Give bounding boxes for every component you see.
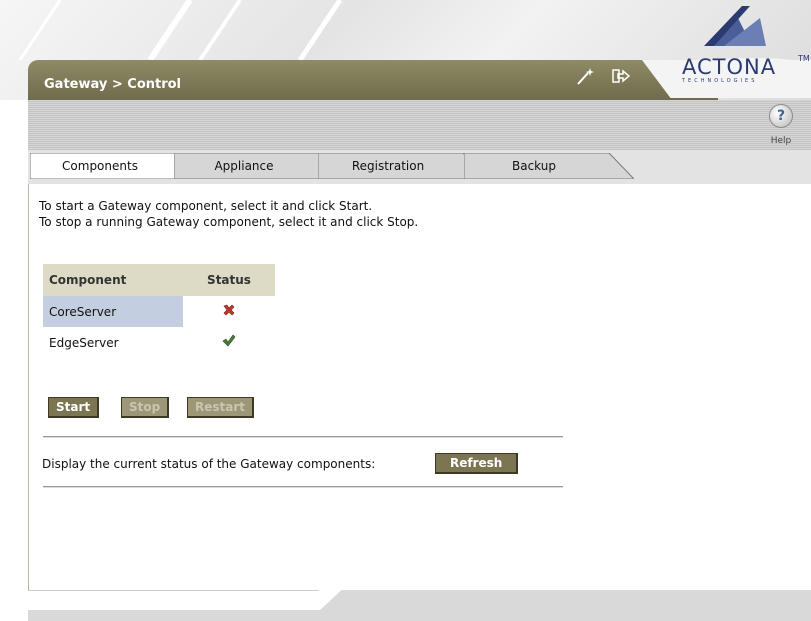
- table-row[interactable]: EdgeServer: [43, 327, 275, 358]
- component-name: CoreServer: [43, 296, 183, 327]
- page-title: Gateway > Control: [44, 77, 182, 92]
- tab-label: Backup: [512, 159, 556, 173]
- tab-label: Registration: [351, 159, 425, 173]
- tab-label: Components: [62, 159, 138, 173]
- footer-strip: [28, 590, 811, 621]
- instruction-stop: To stop a running Gateway component, sel…: [39, 215, 419, 229]
- logo: ACTONA TM TECHNOLOGIES: [642, 6, 811, 98]
- table-header-row: Component Status: [43, 264, 275, 296]
- logo-subtitle: TECHNOLOGIES: [682, 78, 758, 84]
- help-icon: ?: [769, 104, 793, 128]
- instruction-start: To start a Gateway component, select it …: [39, 199, 373, 213]
- x-mark-icon: [222, 304, 236, 320]
- components-table: Component Status CoreServer EdgeServer: [43, 264, 275, 358]
- logo-text: ACTONA: [682, 55, 777, 79]
- status-cell: [183, 327, 275, 358]
- column-header-status: Status: [183, 264, 275, 296]
- column-header-component: Component: [43, 264, 183, 296]
- tab-label: Appliance: [214, 159, 274, 173]
- start-button[interactable]: Start: [48, 397, 100, 418]
- refresh-button[interactable]: Refresh: [435, 453, 519, 474]
- tab-backup[interactable]: Backup: [464, 153, 634, 179]
- restart-button[interactable]: Restart: [187, 397, 255, 418]
- tab-bar: Components Appliance Registration Backup: [28, 150, 811, 184]
- table-row[interactable]: CoreServer: [43, 296, 275, 327]
- stop-button[interactable]: Stop: [121, 397, 170, 418]
- wizard-icon[interactable]: [575, 66, 597, 86]
- divider: [43, 486, 563, 488]
- help-label: Help: [770, 136, 792, 146]
- title-bar: Gateway > Control: [28, 60, 718, 100]
- content-panel: To start a Gateway component, select it …: [28, 184, 811, 604]
- check-mark-icon: [222, 334, 236, 351]
- toolbar: ? Help: [28, 100, 811, 150]
- logo-trademark: TM: [798, 54, 810, 63]
- component-name: EdgeServer: [49, 335, 119, 350]
- help-button[interactable]: ? Help: [765, 104, 797, 148]
- divider: [43, 436, 563, 438]
- refresh-description: Display the current status of the Gatewa…: [42, 457, 376, 471]
- tab-registration[interactable]: Registration: [318, 153, 488, 179]
- header-decoration: [18, 0, 343, 60]
- status-cell: [183, 296, 275, 327]
- logout-icon[interactable]: [610, 66, 632, 86]
